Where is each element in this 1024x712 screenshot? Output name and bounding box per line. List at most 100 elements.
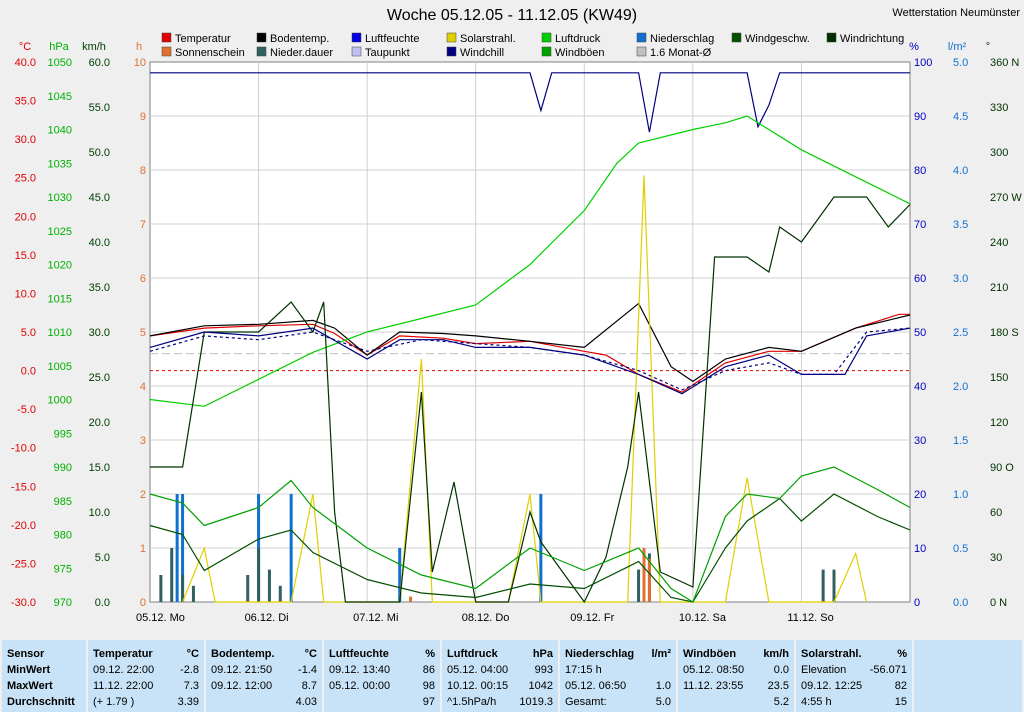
axis-tick-direction: 360 N [990, 57, 1019, 69]
axis-tick-percent: 30 [914, 435, 926, 447]
axis-tick-temp: 30.0 [15, 134, 36, 146]
axis-tick-sun: 4 [140, 381, 146, 393]
axis-tick-precip: 2.5 [953, 327, 968, 339]
stats-header-unit: l/m² [651, 648, 671, 660]
legend-swatch [541, 32, 552, 43]
stats-cell-value: 1.0 [655, 680, 671, 692]
stats-row: 05.12. 00:00 98 [329, 678, 435, 694]
axis-tick-wind: 35.0 [89, 282, 110, 294]
axis-tick-percent: 10 [914, 543, 926, 555]
stats-header-unit: °C [186, 648, 199, 660]
bar-niederschlag [175, 494, 179, 602]
axis-unit-direction: ° [986, 41, 990, 53]
axis-tick-direction: 150 [990, 372, 1008, 384]
stats-header-title: Temperatur [93, 648, 153, 660]
stats-cell-value: 1019.3 [519, 696, 553, 708]
stats-column: Luftfeuchte% 09.12. 13:40 86 05.12. 00:00 98… [324, 640, 440, 712]
stats-row: 11.12. 22:00 7.3 [93, 678, 199, 694]
legend-swatch [731, 32, 742, 43]
axis-tick-precip: 0.0 [953, 597, 968, 609]
x-tick-label: 08.12. Do [462, 612, 510, 624]
stats-cell-label: Gesamt: [565, 696, 607, 708]
axis-tick-pressure: 985 [54, 496, 72, 508]
axis-tick-precip: 0.5 [953, 543, 968, 555]
axis-tick-direction: 0 N [990, 597, 1007, 609]
stats-header-title: Bodentemp. [211, 648, 275, 660]
axis-tick-temp: -25.0 [11, 558, 36, 570]
axis-tick-percent: 40 [914, 381, 926, 393]
stats-row: 05.12. 04:00 993 [447, 662, 553, 678]
axis-tick-wind: 60.0 [89, 57, 110, 69]
stats-cell-value: 993 [534, 664, 553, 676]
x-tick-label: 06.12. Di [245, 612, 289, 624]
axis-tick-sun: 2 [140, 489, 146, 501]
stats-row: Durchschnitt [7, 694, 81, 710]
stats-row: (+ 1.79 ) 3.39 [93, 694, 199, 710]
axis-tick-sun: 0 [140, 597, 146, 609]
axis-tick-temp: 40.0 [15, 57, 36, 69]
x-tick-label: 07.12. Mi [353, 612, 398, 624]
axis-tick-wind: 25.0 [89, 372, 110, 384]
stats-cell-label: Elevation [801, 664, 847, 676]
axis-tick-pressure: 1025 [48, 226, 72, 238]
axis-tick-wind: 20.0 [89, 417, 110, 429]
legend-label: Niederschlag [650, 33, 714, 45]
bar-niederdauer [170, 548, 174, 602]
stats-cell-value: 82 [894, 680, 907, 692]
x-tick-label: 11.12. So [787, 612, 833, 624]
stats-cell-value: 86 [422, 664, 435, 676]
stats-cell-label: (+ 1.79 ) [93, 696, 135, 708]
legend-label: Sonnenschein [175, 47, 245, 59]
stats-column-empty [914, 640, 1022, 712]
legend-swatch [636, 32, 647, 43]
stats-cell-label: MaxWert [7, 680, 53, 692]
axis-tick-temp: 20.0 [15, 211, 36, 223]
stats-row: ^1.5hPa/h 1019.3 [447, 694, 553, 710]
legend-swatch [541, 46, 552, 57]
legend-label: Windchill [460, 47, 504, 59]
stats-cell-value: 7.3 [183, 680, 199, 692]
axis-tick-pressure: 1035 [48, 158, 72, 170]
legend-swatch [446, 46, 457, 57]
axis-tick-percent: 80 [914, 165, 926, 177]
axis-tick-pressure: 1050 [48, 57, 72, 69]
axis-tick-percent: 0 [914, 597, 920, 609]
stats-cell-value: 97 [422, 696, 435, 708]
axis-tick-direction: 120 [990, 417, 1008, 429]
stats-column: Bodentemp. °C 09.12. 21:50 -1.4 09.12. 12:00… [206, 640, 322, 712]
axis-unit-percent: % [909, 41, 919, 53]
bar-niederschlag [289, 494, 293, 602]
station-name: Wetterstation Neumünster [892, 7, 1020, 19]
stats-header-unit: °C [304, 648, 317, 660]
bar-niederdauer [267, 569, 271, 602]
axis-tick-percent: 60 [914, 273, 926, 285]
stats-cell-label: 05.12. 06:50 [565, 680, 627, 692]
stats-row: Elevation -56.071 [801, 662, 907, 678]
stats-cell-value: 23.5 [767, 680, 789, 692]
stats-cell-label: Durchschnitt [7, 696, 75, 708]
stats-cell-label: 10.12. 00:15 [447, 680, 509, 692]
axis-tick-wind: 50.0 [89, 147, 110, 159]
stats-cell-label: 09.12. 12:25 [801, 680, 863, 692]
axis-tick-pressure: 1015 [48, 293, 72, 305]
axis-tick-percent: 50 [914, 327, 926, 339]
axis-tick-precip: 4.0 [953, 165, 968, 177]
stats-cell-value: 1042 [528, 680, 553, 692]
stats-row: 09.12. 22:00 -2.8 [93, 662, 199, 678]
stats-header: Sensor [7, 646, 81, 662]
legend-label: Windrichtung [840, 33, 904, 45]
stats-row: 09.12. 12:25 82 [801, 678, 907, 694]
stats-cell-value: -1.4 [298, 664, 317, 676]
stats-row: Gesamt: 5.0 [565, 694, 671, 710]
axis-tick-temp: -5.0 [17, 404, 36, 416]
axis-tick-precip: 5.0 [953, 57, 968, 69]
axis-tick-direction: 30 [990, 552, 1002, 564]
axis-tick-temp: 25.0 [15, 173, 36, 185]
bar-niederdauer [832, 569, 836, 602]
stats-cell-label: ^1.5hPa/h [447, 696, 497, 708]
stats-row: 09.12. 13:40 86 [329, 662, 435, 678]
stats-cell-label: 17:15 h [565, 664, 602, 676]
legend-label: Bodentemp. [270, 33, 329, 45]
axis-tick-pressure: 975 [54, 563, 72, 575]
axis-unit-wind: km/h [82, 41, 106, 53]
